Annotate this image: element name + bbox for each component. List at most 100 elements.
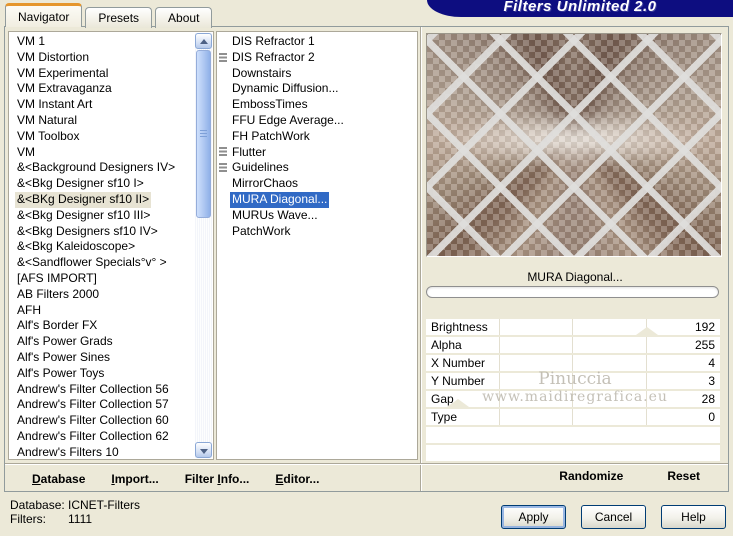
category-item[interactable]: VM Extravaganza <box>9 81 195 97</box>
status-label: Database: <box>10 498 65 512</box>
category-item[interactable]: VM Instant Art <box>9 97 195 113</box>
preset-lines-icon <box>219 163 227 174</box>
title-banner: Filters Unlimited 2.0 <box>427 0 733 17</box>
category-item[interactable]: Alf's Power Grads <box>9 334 195 350</box>
category-item[interactable]: VM Toolbox <box>9 129 195 145</box>
filter-item[interactable]: Downstairs <box>217 66 417 82</box>
preview-image <box>427 34 721 256</box>
category-item[interactable]: &<Bkg Designers sf10 IV> <box>9 224 195 240</box>
param-label: X Number <box>431 356 486 370</box>
filter-item[interactable]: FFU Edge Average... <box>217 113 417 129</box>
param-value: 4 <box>708 356 715 370</box>
category-item[interactable]: VM Experimental <box>9 66 195 82</box>
filter-item[interactable]: EmbossTimes <box>217 97 417 113</box>
param-value: 28 <box>701 392 715 406</box>
toolbar-button[interactable]: Filter Info... <box>185 472 250 486</box>
status-area: Database: ICNET-Filters Filters: 1111 <box>10 498 140 526</box>
category-item[interactable]: VM Distortion <box>9 50 195 66</box>
filter-item[interactable]: MURUs Wave... <box>217 208 417 224</box>
category-item[interactable]: [AFS IMPORT] <box>9 271 195 287</box>
arrow-down-icon <box>200 449 208 454</box>
category-item[interactable]: &<Bkg Designer sf10 I> <box>9 176 195 192</box>
status-row: Database: ICNET-Filters <box>10 498 140 512</box>
progress-bar <box>426 286 719 298</box>
param-slider[interactable]: Alpha 255 <box>426 337 720 353</box>
tab[interactable]: About <box>155 7 213 28</box>
slider-thumb-icon[interactable] <box>635 327 658 335</box>
category-item[interactable]: Andrew's Filter Collection 57 <box>9 397 195 413</box>
param-value: 192 <box>694 320 715 334</box>
status-label: Filters: <box>10 512 46 526</box>
category-item[interactable]: VM <box>9 145 195 161</box>
filter-item[interactable]: DIS Refractor 2 <box>217 50 417 66</box>
scroll-up-button[interactable] <box>195 33 212 49</box>
category-list[interactable]: VM 1 VM Distortion VM Experimental VM Ex… <box>8 31 214 460</box>
param-slider[interactable]: Brightness 192 <box>426 319 720 335</box>
filter-item[interactable]: Flutter <box>217 145 417 161</box>
filter-item[interactable]: MURA Diagonal... <box>217 191 417 208</box>
param-slider[interactable]: Type 0 <box>426 409 720 425</box>
category-item[interactable]: VM 1 <box>9 34 195 50</box>
category-item[interactable]: &<Background Designers IV> <box>9 160 195 176</box>
param-value: 0 <box>708 410 715 424</box>
navigator-page: VM 1 VM Distortion VM Experimental VM Ex… <box>4 26 729 492</box>
category-item[interactable]: Andrew's Filters 10 <box>9 445 195 459</box>
param-label: Alpha <box>431 338 462 352</box>
filter-item[interactable]: PatchWork <box>217 224 417 240</box>
filter-preview <box>426 33 722 257</box>
category-item[interactable]: Andrew's Filter Collection 62 <box>9 429 195 445</box>
category-item[interactable]: Andrew's Filter Collection 60 <box>9 413 195 429</box>
filter-settings-panel: MURA Diagonal... Brightness 192 Alpha 25… <box>422 27 728 493</box>
tab-label: About <box>168 11 200 25</box>
category-item[interactable]: Andrew's Filter Collection 56 <box>9 382 195 398</box>
filter-item[interactable]: FH PatchWork <box>217 129 417 145</box>
param-label: Type <box>431 410 458 424</box>
category-item[interactable]: &<Sandflower Specials°v° > <box>9 255 195 271</box>
filter-item[interactable]: Dynamic Diffusion... <box>217 81 417 97</box>
bottom-toolbar: Database Import... Filter Info... Editor… <box>5 465 419 492</box>
tab[interactable]: Presets <box>85 7 153 28</box>
help-button[interactable]: Help <box>661 505 726 529</box>
cancel-button[interactable]: Cancel <box>581 505 646 529</box>
parameter-sliders: Brightness 192 Alpha 255 X Number 4 Y Nu… <box>426 319 720 427</box>
category-list-scrollbar[interactable] <box>195 33 212 458</box>
category-item[interactable]: Alf's Power Toys <box>9 366 195 382</box>
toolbar-button[interactable]: Editor... <box>275 472 319 486</box>
category-item[interactable]: VM Natural <box>9 113 195 129</box>
param-value: 255 <box>694 338 715 352</box>
filter-item[interactable]: MirrorChaos <box>217 176 417 192</box>
apply-button[interactable]: Apply <box>501 505 566 529</box>
category-item[interactable]: AFH <box>9 303 195 319</box>
panel-actions: Randomize Reset <box>559 469 700 483</box>
category-item[interactable]: Alf's Border FX <box>9 318 195 334</box>
category-item[interactable]: Alf's Power Sines <box>9 350 195 366</box>
param-label: Y Number <box>431 374 485 388</box>
category-item[interactable]: &<Bkg Designer sf10 III> <box>9 208 195 224</box>
empty-param-row <box>426 445 720 461</box>
status-value: 1111 <box>68 512 93 526</box>
status-row: Filters: 1111 <box>10 512 140 526</box>
randomize-button[interactable]: Randomize <box>559 469 623 483</box>
param-slider[interactable]: Y Number 3 <box>426 373 720 389</box>
scroll-thumb[interactable] <box>196 50 211 218</box>
tab-label: Presets <box>98 11 140 25</box>
filter-list[interactable]: DIS Refractor 1 DIS Refractor 2 Downstai… <box>216 31 418 460</box>
toolbar-button[interactable]: Database <box>32 472 85 486</box>
param-slider[interactable]: X Number 4 <box>426 355 720 371</box>
reset-button[interactable]: Reset <box>667 469 700 483</box>
filters-unlimited-dialog: Filters Unlimited 2.0 Navigator Presets … <box>0 0 733 536</box>
tab[interactable]: Navigator <box>5 3 83 27</box>
category-item[interactable]: AB Filters 2000 <box>9 287 195 303</box>
empty-param-row <box>426 427 720 443</box>
arrow-up-icon <box>200 39 208 44</box>
filter-item[interactable]: Guidelines <box>217 160 417 176</box>
tab-label: Navigator <box>18 10 70 24</box>
param-slider[interactable]: Gap 28 <box>426 391 720 407</box>
toolbar-button[interactable]: Import... <box>111 472 158 486</box>
filter-item[interactable]: DIS Refractor 1 <box>217 34 417 50</box>
category-item[interactable]: &<Bkg Kaleidoscope> <box>9 239 195 255</box>
category-item[interactable]: &<BKg Designer sf10 II> <box>9 191 195 208</box>
slider-thumb-icon[interactable] <box>447 399 470 407</box>
tab-bar: Navigator Presets About <box>5 3 215 28</box>
scroll-down-button[interactable] <box>195 442 212 458</box>
